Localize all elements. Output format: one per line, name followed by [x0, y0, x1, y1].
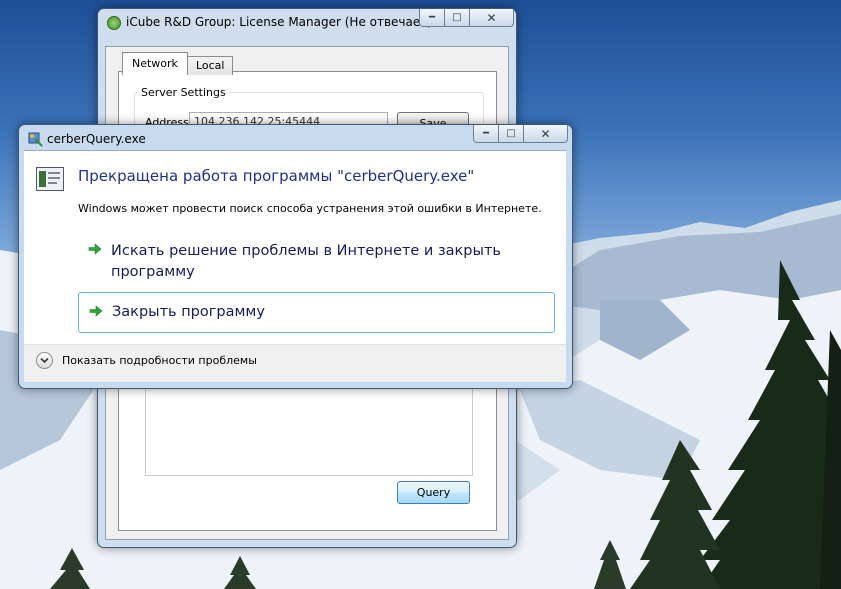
maximize-icon: □ — [452, 12, 462, 23]
close-program-option-label: Закрыть программу — [112, 304, 265, 320]
green-arrow-icon — [87, 241, 103, 257]
query-results-box[interactable] — [145, 380, 473, 476]
window-caption-buttons: ━ □ ✕ — [419, 9, 514, 27]
maximize-icon: □ — [506, 128, 516, 139]
dialog-caption-buttons: ━ □ ✕ — [473, 125, 568, 143]
minimize-icon: ━ — [482, 128, 490, 139]
close-icon: ✕ — [540, 126, 551, 141]
tab-network[interactable]: Network — [122, 52, 188, 75]
error-description: Windows может провести поиск способа уст… — [78, 202, 542, 215]
dialog-maximize-button[interactable]: □ — [499, 125, 524, 143]
query-button[interactable]: Query — [397, 481, 470, 504]
server-settings-label: Server Settings — [138, 86, 229, 99]
search-online-option-label: Искать решение проблемы в Интернете и за… — [111, 243, 501, 280]
search-online-and-close-option[interactable]: Искать решение проблемы в Интернете и за… — [78, 240, 555, 286]
crash-app-icon — [27, 131, 43, 147]
close-program-option[interactable]: Закрыть программу — [78, 292, 555, 333]
program-window-icon — [36, 167, 64, 191]
green-arrow-icon — [88, 303, 104, 319]
window-title: iCube R&D Group: License Manager (Не отв… — [126, 15, 432, 29]
tab-strip: Network Local — [122, 52, 234, 75]
close-icon: ✕ — [486, 10, 497, 25]
error-heading: Прекращена работа программы "cerberQuery… — [78, 167, 475, 185]
show-details-toggle[interactable]: Показать подробности проблемы — [36, 352, 257, 369]
minimize-icon: ━ — [428, 12, 436, 23]
chevron-down-icon — [36, 352, 53, 369]
dialog-close-button[interactable]: ✕ — [524, 125, 568, 143]
maximize-button[interactable]: □ — [445, 9, 470, 27]
dialog-minimize-button[interactable]: ━ — [473, 125, 499, 143]
close-button[interactable]: ✕ — [470, 9, 514, 27]
show-details-label: Показать подробности проблемы — [62, 354, 257, 367]
tab-local[interactable]: Local — [186, 56, 234, 75]
dialog-title: cerberQuery.exe — [47, 132, 146, 146]
minimize-button[interactable]: ━ — [419, 9, 445, 27]
app-logo-icon — [107, 16, 121, 30]
